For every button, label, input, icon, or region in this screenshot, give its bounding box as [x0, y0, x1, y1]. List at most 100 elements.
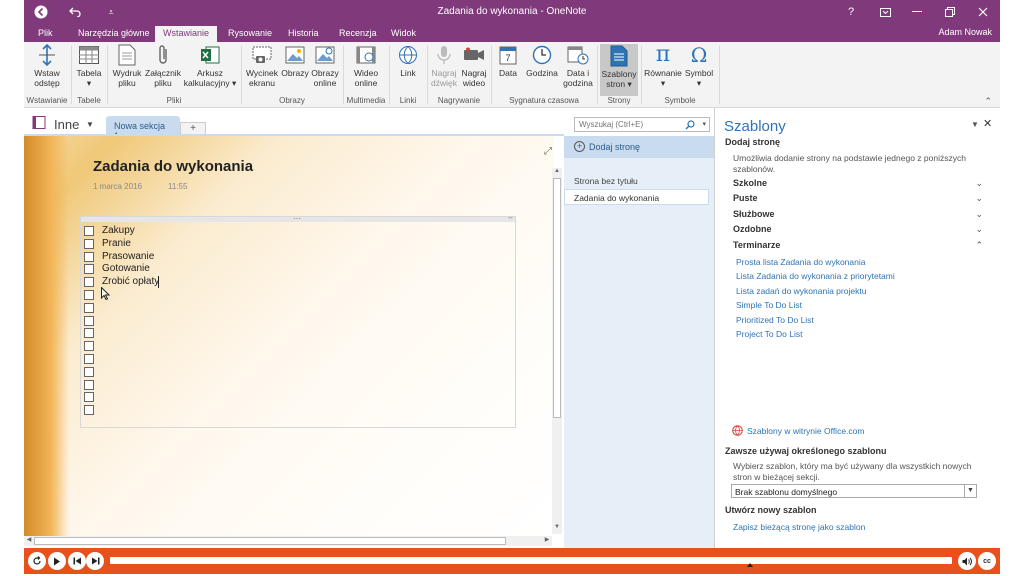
- todo-checkbox[interactable]: [84, 251, 94, 262]
- template-item[interactable]: Prioritized To Do List: [736, 315, 814, 325]
- dropdown-arrow-icon[interactable]: ▼: [964, 485, 976, 497]
- replay-icon[interactable]: [28, 552, 46, 570]
- search-box[interactable]: ▾: [574, 117, 710, 132]
- attachment-button[interactable]: Załącznik pliku: [144, 44, 182, 88]
- todo-checkbox[interactable]: [84, 226, 94, 236]
- online-pictures-button[interactable]: Obrazy online: [310, 44, 340, 88]
- category-szkolne[interactable]: Szkolne ⌄: [733, 178, 993, 188]
- search-icon[interactable]: [685, 118, 695, 132]
- todo-checkbox[interactable]: [84, 238, 94, 249]
- notebook-dropdown-icon[interactable]: ▼: [86, 120, 94, 129]
- template-item[interactable]: Lista zadań do wykonania projektu: [736, 286, 866, 296]
- minimize-icon[interactable]: [908, 3, 926, 21]
- notebook-name[interactable]: Inne: [54, 117, 79, 132]
- record-video-button[interactable]: Nagraj wideo: [459, 44, 489, 88]
- todo-checkbox[interactable]: [84, 302, 94, 313]
- scroll-up-icon[interactable]: ▲: [552, 168, 562, 178]
- todo-checkbox[interactable]: [84, 379, 94, 390]
- tab-historia[interactable]: Historia: [280, 26, 327, 42]
- record-audio-button[interactable]: Nagraj dźwięk: [429, 44, 459, 88]
- equation-button[interactable]: π Równanie ▾: [644, 44, 682, 89]
- todo-item-text[interactable]: Zrobić opłaty: [102, 276, 159, 287]
- tab-narzedzia-glowne[interactable]: Narzędzia główne: [70, 26, 158, 42]
- online-video-button[interactable]: Wideo online: [346, 44, 386, 88]
- symbol-button[interactable]: Ω Symbol ▾: [682, 44, 716, 88]
- pane-close-icon[interactable]: ✕: [983, 117, 992, 130]
- note-container[interactable]: ⋯ ↔: [80, 214, 516, 428]
- todo-checkbox[interactable]: [84, 341, 94, 352]
- todo-checkbox[interactable]: [84, 392, 94, 403]
- previous-icon[interactable]: [68, 552, 86, 570]
- todo-item-text[interactable]: Pranie: [102, 238, 131, 249]
- category-terminarze[interactable]: Terminarze ⌃: [733, 240, 993, 250]
- screen-clipping-button[interactable]: Wycinek ekranu: [244, 44, 280, 88]
- tab-rysowanie[interactable]: Rysowanie: [220, 26, 280, 42]
- section-tab-nowa-sekcja-1[interactable]: Nowa sekcja 1: [106, 116, 180, 141]
- progress-marker-icon[interactable]: [747, 563, 753, 567]
- todo-item-text[interactable]: Gotowanie: [102, 263, 150, 274]
- todo-item-text[interactable]: Prasowanie: [102, 251, 154, 262]
- todo-checkbox[interactable]: [84, 264, 94, 275]
- category-puste[interactable]: Puste ⌄: [733, 193, 993, 203]
- todo-checkbox[interactable]: [84, 405, 94, 416]
- file-printout-button[interactable]: Wydruk pliku: [110, 44, 144, 88]
- insert-space-button[interactable]: Wstaw odstęp: [30, 44, 64, 88]
- spreadsheet-button[interactable]: Arkusz kalkulacyjny ▾: [182, 44, 238, 88]
- page-item-zadania[interactable]: Zadania do wykonania: [564, 189, 709, 205]
- scroll-left-icon[interactable]: ◀: [24, 536, 34, 546]
- collapse-ribbon-icon[interactable]: ⌃: [984, 96, 992, 107]
- link-button[interactable]: Link: [392, 44, 424, 78]
- date-time-button[interactable]: Data i godzina: [561, 44, 595, 88]
- expand-page-icon[interactable]: ⤢: [544, 146, 552, 157]
- help-icon[interactable]: ?: [842, 3, 860, 21]
- tab-recenzja[interactable]: Recenzja: [331, 26, 385, 42]
- scroll-right-icon[interactable]: ▶: [542, 536, 552, 546]
- add-page-button[interactable]: + Dodaj stronę: [564, 136, 714, 158]
- default-template-select[interactable]: Brak szablonu domyślnego ▼: [731, 484, 977, 498]
- search-scope-icon[interactable]: ▾: [702, 120, 706, 128]
- group-symbole: Symbole: [664, 96, 696, 105]
- todo-checkbox[interactable]: [84, 328, 94, 339]
- template-item[interactable]: Simple To Do List: [736, 300, 802, 310]
- vertical-scroll-thumb[interactable]: [553, 178, 561, 418]
- page-item-untitled[interactable]: Strona bez tytułu: [574, 176, 638, 186]
- todo-checkbox[interactable]: [84, 277, 94, 288]
- play-icon[interactable]: [48, 552, 66, 570]
- save-as-template-link[interactable]: Zapisz bieżącą stronę jako szablon: [733, 522, 865, 532]
- next-icon[interactable]: [86, 552, 104, 570]
- time-button[interactable]: Godzina: [524, 44, 560, 78]
- search-input[interactable]: [575, 118, 679, 131]
- tab-widok[interactable]: Widok: [383, 26, 424, 42]
- category-sluzbowe[interactable]: Służbowe ⌄: [733, 209, 993, 219]
- video-progress-track[interactable]: [110, 557, 952, 564]
- template-item[interactable]: Lista Zadania do wykonania z priorytetam…: [736, 271, 895, 281]
- horizontal-scrollbar[interactable]: ◀ ▶: [24, 536, 552, 546]
- page-title[interactable]: Zadania do wykonania: [93, 158, 253, 175]
- todo-checkbox[interactable]: [84, 354, 94, 364]
- todo-checkbox[interactable]: [84, 315, 94, 326]
- category-ozdobne[interactable]: Ozdobne ⌄: [733, 224, 993, 234]
- horizontal-scroll-thumb[interactable]: [34, 537, 506, 545]
- restore-icon[interactable]: [941, 3, 959, 21]
- todo-checkbox[interactable]: [84, 366, 94, 377]
- user-name[interactable]: Adam Nowak: [938, 27, 992, 37]
- scroll-down-icon[interactable]: ▼: [552, 524, 562, 534]
- template-item[interactable]: Prosta lista Zadania do wykonania: [736, 257, 865, 267]
- pane-options-icon[interactable]: ▼: [971, 120, 979, 129]
- office-templates-link[interactable]: Szablony w witrynie Office.com: [747, 426, 864, 436]
- table-button[interactable]: Tabela ▾: [74, 44, 104, 88]
- pictures-button[interactable]: Obrazy: [280, 44, 310, 78]
- close-icon[interactable]: [974, 3, 992, 21]
- ribbon-display-icon[interactable]: [876, 3, 894, 21]
- captions-icon[interactable]: cc: [978, 552, 996, 570]
- resize-icon[interactable]: ↔: [507, 214, 514, 221]
- tab-plik[interactable]: Plik: [30, 26, 61, 42]
- vertical-scrollbar[interactable]: ▲ ▼: [552, 168, 562, 534]
- template-item[interactable]: Project To Do List: [736, 329, 802, 339]
- date-button[interactable]: 7 Data: [494, 44, 522, 78]
- todo-checkbox[interactable]: [84, 290, 94, 300]
- todo-item-text[interactable]: Zakupy: [102, 225, 135, 236]
- volume-icon[interactable]: [958, 552, 976, 570]
- tab-wstawianie[interactable]: Wstawianie: [155, 26, 218, 42]
- page-templates-button[interactable]: Szablony stron ▾: [600, 44, 638, 96]
